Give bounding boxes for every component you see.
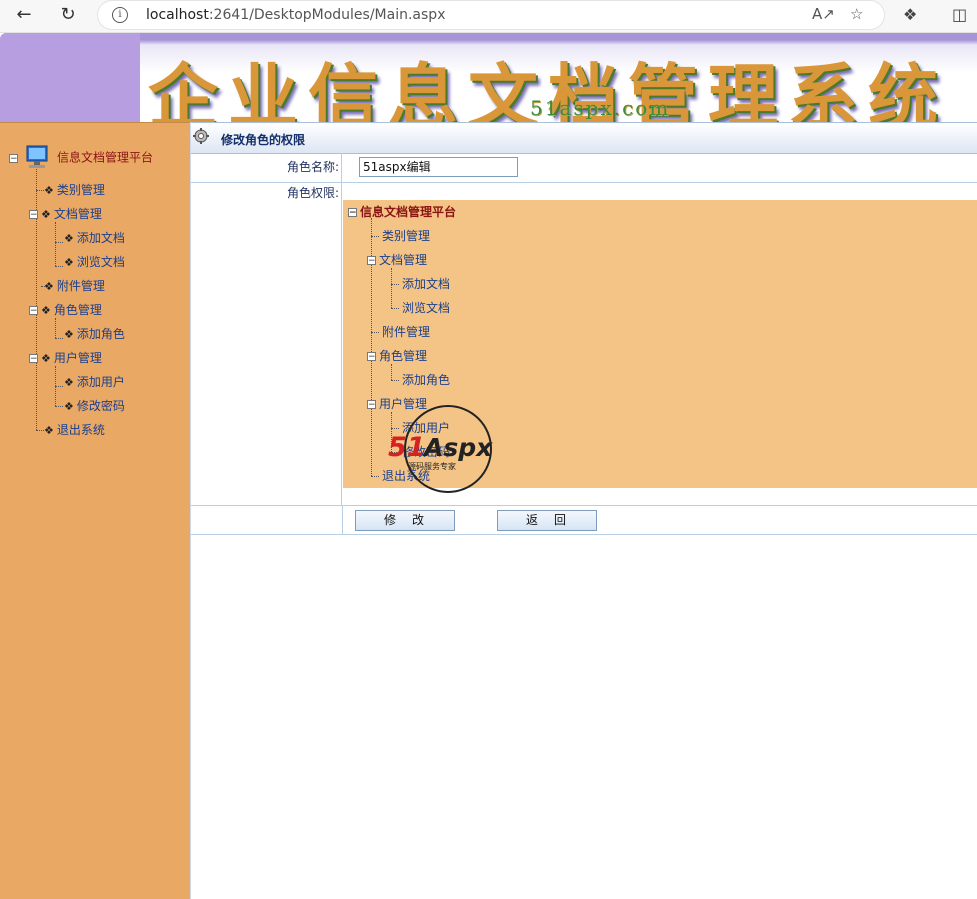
- nav-item-category[interactable]: ❖ 类别管理: [44, 182, 105, 198]
- split-screen-icon[interactable]: ◫: [952, 5, 967, 24]
- nav-item-add-document[interactable]: ❖ 添加文档: [64, 230, 125, 246]
- buttons-row-label-cell: [191, 506, 343, 534]
- url-text[interactable]: localhost:2641/DesktopModules/Main.aspx: [146, 7, 445, 23]
- perm-item-roles[interactable]: − 角色管理: [367, 348, 427, 364]
- reload-icon[interactable]: ↻: [56, 4, 80, 26]
- banner-site: 51aspx.com: [530, 96, 671, 120]
- diamond-icon: ❖: [41, 352, 51, 365]
- perm-item-category[interactable]: 类别管理: [382, 228, 430, 244]
- settings-gear-icon: [193, 128, 209, 144]
- collapse-icon[interactable]: −: [29, 306, 38, 316]
- role-name-row: 角色名称:: [191, 153, 977, 183]
- collapse-icon[interactable]: −: [367, 400, 376, 410]
- nav-item-roles[interactable]: − ❖ 角色管理: [29, 302, 102, 318]
- diamond-icon: ❖: [64, 328, 74, 341]
- diamond-icon: ❖: [41, 208, 51, 221]
- nav-item-documents[interactable]: − ❖ 文档管理: [29, 206, 102, 222]
- collapse-icon[interactable]: −: [29, 210, 38, 220]
- watermark-logo: 51 Aspx 源码服务专家: [388, 405, 493, 493]
- page-header-bar: 修改角色的权限: [191, 122, 977, 154]
- main-content: 修改角色的权限 角色名称: 51aspx编辑 角色权限: − 信息文档管理平台 类…: [191, 122, 977, 899]
- svg-text:源码服务专家: 源码服务专家: [408, 461, 456, 471]
- left-nav: − 信息文档管理平台 ❖ 类别管理 − ❖ 文档管理 ❖ 添加文档 ❖ 浏览文档 ❖ 附件管理…: [0, 122, 191, 899]
- nav-item-change-password[interactable]: ❖ 修改密码: [64, 398, 125, 414]
- collapse-icon[interactable]: −: [29, 354, 38, 364]
- read-aloud-icon[interactable]: A↗: [812, 5, 835, 23]
- return-button[interactable]: 返 回: [497, 510, 597, 531]
- nav-item-add-user[interactable]: ❖ 添加用户: [64, 374, 125, 390]
- diamond-icon: ❖: [44, 424, 54, 437]
- diamond-icon: ❖: [44, 184, 54, 197]
- diamond-icon: ❖: [41, 304, 51, 317]
- nav-item-add-role[interactable]: ❖ 添加角色: [64, 326, 125, 342]
- banner-left-block: [0, 33, 140, 122]
- favorite-star-icon[interactable]: ☆: [850, 5, 863, 23]
- collapse-icon[interactable]: −: [9, 153, 18, 163]
- collapse-icon[interactable]: −: [367, 352, 376, 362]
- extensions-icon[interactable]: ❖: [903, 5, 917, 24]
- site-info-icon[interactable]: i: [112, 7, 128, 23]
- nav-root[interactable]: − 信息文档管理平台: [9, 144, 153, 168]
- permissions-label: 角色权限:: [191, 183, 342, 505]
- computer-icon: [26, 145, 48, 168]
- nav-item-logout[interactable]: ❖ 退出系统: [44, 422, 105, 438]
- banner: 企业信息文档管理系统 51aspx.com: [140, 33, 977, 122]
- diamond-icon: ❖: [64, 256, 74, 269]
- perm-item-attachments[interactable]: 附件管理: [382, 324, 430, 340]
- address-bar[interactable]: i localhost:2641/DesktopModules/Main.asp…: [98, 1, 884, 29]
- page-title: 修改角色的权限: [221, 133, 306, 147]
- diamond-icon: ❖: [44, 280, 54, 293]
- perm-root[interactable]: − 信息文档管理平台: [348, 204, 456, 220]
- diamond-icon: ❖: [64, 400, 74, 413]
- nav-root-label[interactable]: 信息文档管理平台: [57, 151, 153, 165]
- perm-item-add-document[interactable]: 添加文档: [402, 276, 450, 292]
- nav-item-attachments[interactable]: ❖ 附件管理: [44, 278, 105, 294]
- browser-toolbar: ← ↻ i localhost:2641/DesktopModules/Main…: [0, 0, 977, 33]
- diamond-icon: ❖: [64, 376, 74, 389]
- svg-text:51: 51: [388, 432, 426, 463]
- svg-text:Aspx: Aspx: [422, 433, 493, 462]
- nav-item-users[interactable]: − ❖ 用户管理: [29, 350, 102, 366]
- nav-item-browse-documents[interactable]: ❖ 浏览文档: [64, 254, 125, 270]
- collapse-icon[interactable]: −: [348, 208, 357, 218]
- perm-item-browse-documents[interactable]: 浏览文档: [402, 300, 450, 316]
- back-arrow-icon[interactable]: ←: [12, 4, 36, 26]
- modify-button[interactable]: 修 改: [355, 510, 455, 531]
- role-name-input[interactable]: 51aspx编辑: [359, 157, 518, 177]
- perm-item-documents[interactable]: − 文档管理: [367, 252, 427, 268]
- perm-item-add-role[interactable]: 添加角色: [402, 372, 450, 388]
- diamond-icon: ❖: [64, 232, 74, 245]
- role-name-label: 角色名称:: [191, 153, 342, 182]
- collapse-icon[interactable]: −: [367, 256, 376, 266]
